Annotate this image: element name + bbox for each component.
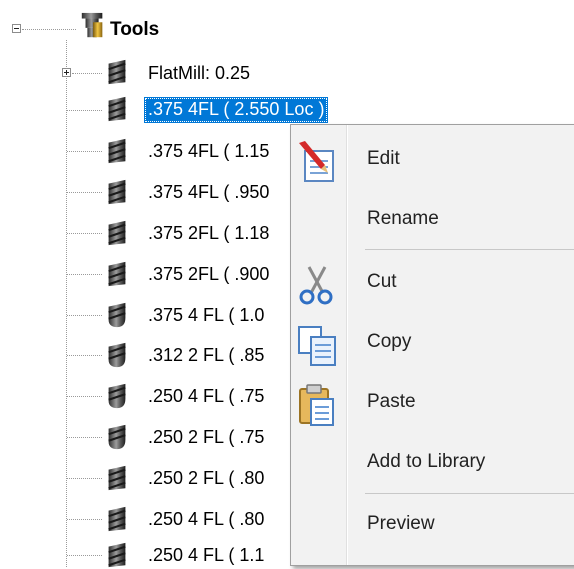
menu-item-preview[interactable]: Preview <box>291 499 574 551</box>
flat-endmill-icon <box>108 138 126 164</box>
clipboard-paste-icon <box>299 384 334 426</box>
tree-item-label[interactable]: .375 2FL ( 1.18 <box>144 221 273 247</box>
flat-endmill-icon <box>108 59 126 85</box>
ball-endmill-icon <box>108 383 126 409</box>
menu-item-cut[interactable]: Cut <box>291 257 574 309</box>
edit-pencil-icon <box>299 141 334 182</box>
tree-item-label[interactable]: .375 4 FL ( 1.0 <box>144 303 268 329</box>
tool-holder-icon <box>81 12 103 38</box>
tree-item-label[interactable]: .375 4FL ( .950 <box>144 180 273 206</box>
ball-endmill-icon <box>108 424 126 450</box>
menu-item-edit[interactable]: Edit <box>291 133 574 185</box>
flat-endmill-icon <box>108 220 126 246</box>
menu-item-label: Cut <box>367 271 397 292</box>
expand-toggle[interactable] <box>62 68 71 77</box>
tree-item-label[interactable]: FlatMill: 0.25 <box>144 61 254 87</box>
ball-endmill-icon <box>108 302 126 328</box>
flat-endmill-icon <box>108 261 126 287</box>
menu-item-label: Preview <box>367 513 435 534</box>
menu-item-paste[interactable]: Paste <box>291 377 574 429</box>
flat-endmill-icon <box>108 179 126 205</box>
tree-item-label[interactable]: .250 4 FL ( .75 <box>144 384 268 410</box>
menu-separator <box>365 493 574 494</box>
tree-root-label[interactable]: Tools <box>106 18 163 44</box>
menu-item-label: Copy <box>367 331 412 352</box>
menu-separator <box>365 249 574 250</box>
scissors-icon <box>299 266 333 305</box>
context-menu: Edit Rename Cut Copy Paste Add to Librar… <box>290 124 574 566</box>
menu-item-add-to-library[interactable]: Add to Library <box>291 437 574 489</box>
tree-item-label[interactable]: .250 4 FL ( 1.1 <box>144 543 268 569</box>
ball-endmill-icon <box>108 342 126 368</box>
menu-item-copy[interactable]: Copy <box>291 317 574 369</box>
menu-item-label: Add to Library <box>367 451 486 472</box>
copy-icon <box>298 326 336 366</box>
tree-item-label[interactable]: .312 2 FL ( .85 <box>144 343 268 369</box>
tree-item-label[interactable]: .250 2 FL ( .80 <box>144 466 268 492</box>
tree-item-label[interactable]: .375 4FL ( 1.15 <box>144 139 273 165</box>
flat-endmill-icon <box>108 96 126 122</box>
tree-item-label[interactable]: .375 2FL ( .900 <box>144 262 273 288</box>
menu-item-label: Paste <box>367 391 416 412</box>
flat-endmill-icon <box>108 506 126 532</box>
flat-endmill-icon <box>108 465 126 491</box>
tree-item-label[interactable]: .250 4 FL ( .80 <box>144 507 268 533</box>
menu-item-rename[interactable]: Rename <box>291 193 574 245</box>
flat-endmill-icon <box>108 542 126 568</box>
menu-item-label: Rename <box>367 208 439 229</box>
tree-item-label[interactable]: .250 2 FL ( .75 <box>144 425 268 451</box>
collapse-toggle[interactable] <box>12 24 21 33</box>
menu-item-label: Edit <box>367 148 400 169</box>
tree-item-label[interactable]: .375 4FL ( 2.550 Loc ) <box>144 97 329 123</box>
